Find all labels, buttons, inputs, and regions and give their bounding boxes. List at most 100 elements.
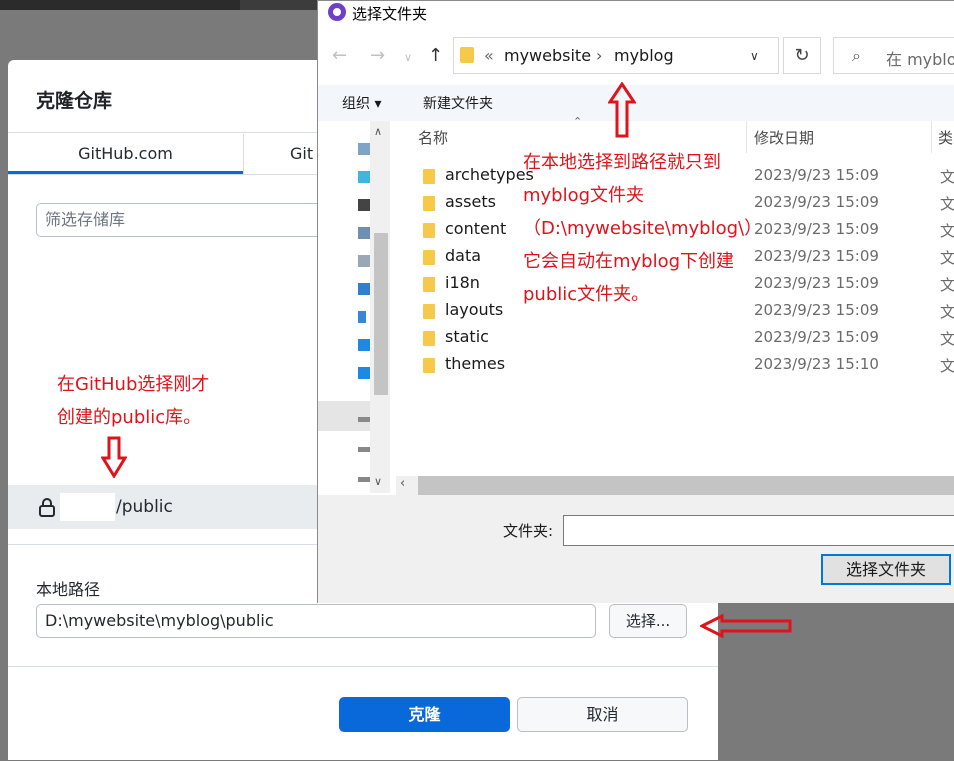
folder-icon [460,47,474,63]
sort-ascending-icon: ⌃ [573,115,583,128]
breadcrumb-myblog[interactable]: myblog [614,46,674,65]
search-icon: ⌕ [852,46,861,65]
search-box[interactable]: ⌕ 在 myblog [833,37,954,74]
folder-icon [423,250,435,265]
tab-github-enterprise[interactable]: GitH [243,134,313,174]
drive-icon[interactable] [358,417,370,422]
annotation-line: 在GitHub选择刚才 [57,374,210,395]
file-type: 文 [940,303,954,321]
file-name: data [445,246,482,265]
documents-icon[interactable] [358,255,370,267]
tab-github-com[interactable]: GitHub.com [8,134,243,174]
annotation-line: 在本地选择到路径就只到 [523,152,721,173]
forward-arrow-icon[interactable]: → [370,45,385,66]
annotation-line: 它会自动在myblog下创建 [523,251,735,272]
file-name: layouts [445,300,504,319]
folder-icon [423,277,435,292]
file-name: i18n [445,273,480,292]
folder-icon [423,304,435,319]
back-arrow-icon[interactable]: ← [332,45,347,66]
file-type: 文 [940,195,954,213]
annotation-arrow-down [101,436,127,478]
scroll-left-icon[interactable]: ‹ [400,476,405,491]
file-name: content [445,219,507,238]
cancel-button[interactable]: 取消 [517,697,688,732]
lock-icon [39,498,55,517]
choose-path-button[interactable]: 选择... [609,604,687,638]
column-separator[interactable] [931,121,932,153]
chevron-down-icon[interactable]: ∨ [750,49,759,63]
column-header-name[interactable]: 名称 [418,127,448,148]
annotation-note-right: 在本地选择到路径就只到 myblog文件夹 （D:\mywebsite\mybl… [523,146,762,311]
navigation-scrollbar[interactable]: ∧ ∨ [370,121,390,493]
breadcrumb-separator: › [596,46,603,65]
navigation-selected-item[interactable] [318,401,370,431]
downloads-icon[interactable] [358,283,370,295]
annotation-arrow-left [700,614,792,638]
breadcrumb-mywebsite[interactable]: mywebsite [504,46,591,65]
pictures-icon[interactable] [358,227,370,239]
address-bar[interactable]: « mywebsite › myblog ∨ [453,37,779,74]
list-item[interactable]: themes 2023/9/23 15:10 文 [413,352,954,379]
annotation-arrow-up [608,82,636,138]
repo-owner-redacted [60,493,115,521]
file-date: 2023/9/23 15:09 [754,166,879,184]
videos-icon[interactable] [358,199,370,211]
scrollbar-thumb[interactable] [418,476,954,495]
annotation-line: public文件夹。 [523,284,650,305]
column-header-modified[interactable]: 修改日期 [754,127,814,148]
breadcrumb-overflow[interactable]: « [484,46,494,65]
folder-icon [423,223,435,238]
file-name: themes [445,354,506,373]
up-arrow-icon[interactable]: ↑ [428,45,443,66]
scroll-down-icon[interactable]: ∨ [374,475,382,488]
file-date: 2023/9/23 15:09 [754,301,879,319]
file-date: 2023/9/23 15:09 [754,328,879,346]
file-name: archetypes [445,165,534,184]
3d-objects-icon[interactable] [358,171,370,183]
organize-menu[interactable]: 组织 ▾ [342,93,381,113]
annotation-line: myblog文件夹 [523,185,645,206]
scroll-up-icon[interactable]: ∧ [374,125,382,138]
file-date: 2023/9/23 15:10 [754,355,879,373]
background-titlebar [0,0,330,10]
file-type: 文 [940,249,954,267]
file-type: 文 [940,168,954,186]
scrollbar-thumb[interactable] [374,233,388,395]
file-type: 文 [940,222,954,240]
horizontal-scrollbar[interactable]: ‹ [396,476,954,495]
drive-icon[interactable] [358,447,370,452]
filter-repositories-input[interactable]: 筛选存储库 [36,203,336,237]
computer-icon[interactable] [358,143,370,155]
desktop-icon[interactable] [358,339,370,351]
local-path-input[interactable]: D:\mywebsite\myblog\public [36,604,596,638]
annotation-line: （D:\mywebsite\myblog\） [523,218,763,239]
folder-icon [423,196,435,211]
dialog-footer: 文件夹: 选择文件夹 [318,495,954,603]
folder-icon [423,358,435,373]
folder-icon [423,169,435,184]
drive-icon[interactable] [358,477,370,482]
windows-icon[interactable] [358,367,370,379]
dialog-title: 克隆仓库 [36,90,113,112]
repository-list-item[interactable]: /public [8,485,318,529]
repo-name: /public [116,497,173,517]
file-type: 文 [940,330,954,348]
chevron-down-icon[interactable]: ∨ [404,51,412,64]
column-header-type[interactable]: 类 [938,127,953,148]
annotation-line: 创建的public库。 [57,407,202,428]
folder-icon [423,331,435,346]
folder-field-label: 文件夹: [503,522,554,540]
refresh-icon[interactable]: ↻ [783,37,821,74]
music-icon[interactable] [358,311,366,323]
search-placeholder: 在 myblog [886,50,954,69]
dialog-title: 选择文件夹 [352,5,428,23]
file-type: 文 [940,276,954,294]
clone-button[interactable]: 克隆 [339,697,510,732]
select-folder-button[interactable]: 选择文件夹 [821,554,951,585]
new-folder-button[interactable]: 新建文件夹 [423,93,493,113]
folder-name-input[interactable] [563,515,954,546]
command-bar: 组织 ▾ 新建文件夹 [318,85,954,121]
list-item[interactable]: static 2023/9/23 15:09 文 [413,325,954,352]
github-desktop-icon [328,3,346,21]
